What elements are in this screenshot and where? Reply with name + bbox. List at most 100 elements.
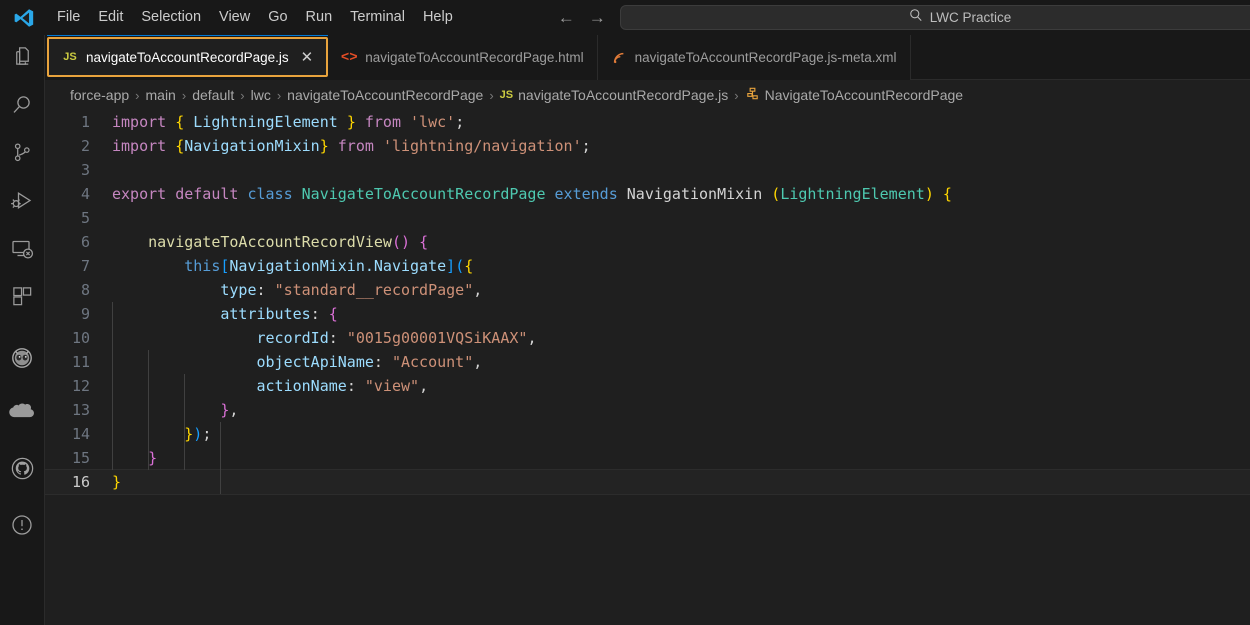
remote-explorer-icon	[10, 237, 34, 266]
menu-item-file[interactable]: File	[48, 7, 89, 28]
breadcrumb-item-symbol-label: NavigateToAccountRecordPage	[764, 87, 964, 103]
arrow-right-icon[interactable]: →	[589, 9, 606, 26]
code-line: 8 type: "standard__recordPage",	[45, 278, 1250, 302]
code-line: 12 actionName: "view",	[45, 374, 1250, 398]
line-content: type: "standard__recordPage",	[220, 281, 483, 299]
line-content: attributes: {	[220, 305, 338, 323]
tab-navigateToAccountRecordPage-js[interactable]: JS navigateToAccountRecordPage.js ✕	[47, 35, 329, 77]
line-content: recordId: "0015g00001VQSiKAAX",	[256, 329, 537, 347]
code-line: 11 objectApiName: "Account",	[45, 350, 1250, 374]
menu-bar: File Edit Selection View Go Run Terminal…	[48, 0, 462, 35]
tab-navigateToAccountRecordPage-html[interactable]: <> navigateToAccountRecordPage.html	[328, 35, 598, 80]
tab-label: navigateToAccountRecordPage.js	[86, 49, 289, 65]
breadcrumb-item-main[interactable]: main	[146, 87, 176, 103]
command-center-search[interactable]: LWC Practice	[620, 5, 1250, 30]
menu-item-edit[interactable]: Edit	[89, 7, 132, 28]
warning-circle-icon	[10, 513, 34, 542]
line-number: 15	[71, 449, 90, 467]
code-line: 5	[45, 206, 1250, 230]
line-content: },	[220, 401, 239, 419]
sidebar-item-github[interactable]	[0, 447, 45, 495]
breadcrumb-separator: ›	[489, 87, 494, 103]
breadcrumb-separator: ›	[240, 87, 245, 103]
breadcrumb-item-lwc[interactable]: lwc	[251, 87, 271, 103]
line-content: import {NavigationMixin} from 'lightning…	[112, 137, 591, 155]
line-number: 2	[80, 137, 90, 155]
breadcrumb-separator: ›	[734, 87, 739, 103]
navigation-arrows: ← →	[558, 9, 606, 26]
code-line: 1 import { LightningElement } from 'lwc'…	[45, 110, 1250, 134]
search-icon	[10, 93, 34, 122]
code-line: 10 recordId: "0015g00001VQSiKAAX",	[45, 326, 1250, 350]
vscode-logo-icon	[0, 0, 48, 35]
breadcrumb-item-symbol[interactable]: NavigateToAccountRecordPage	[745, 86, 963, 104]
code-line: 15 }	[45, 446, 1250, 470]
code-line: 14 });	[45, 422, 1250, 446]
sidebar-item-explorer[interactable]	[0, 35, 45, 83]
line-number: 9	[80, 305, 90, 323]
breadcrumb-item-file[interactable]: JS navigateToAccountRecordPage.js	[500, 87, 729, 103]
line-content: export default class NavigateToAccountRe…	[112, 185, 952, 203]
code-line: 9 attributes: {	[45, 302, 1250, 326]
github-icon	[9, 455, 36, 487]
js-file-icon: JS	[63, 51, 77, 63]
search-input-value: LWC Practice	[929, 10, 1012, 25]
line-number: 12	[71, 377, 90, 395]
code-line: 3	[45, 158, 1250, 182]
menu-item-view[interactable]: View	[210, 7, 259, 28]
sidebar-item-source-control[interactable]	[0, 131, 45, 179]
line-number: 1	[80, 113, 90, 131]
code-line: 6 navigateToAccountRecordView() {	[45, 230, 1250, 254]
line-content: import { LightningElement } from 'lwc';	[112, 113, 465, 131]
menu-item-selection[interactable]: Selection	[132, 7, 210, 28]
sidebar-item-problems[interactable]	[0, 503, 45, 551]
menu-item-run[interactable]: Run	[297, 7, 342, 28]
breadcrumb-item-folder[interactable]: navigateToAccountRecordPage	[287, 87, 483, 103]
menu-item-terminal[interactable]: Terminal	[341, 7, 414, 28]
js-file-icon: JS	[499, 89, 514, 101]
source-control-icon	[11, 141, 34, 169]
code-editor[interactable]: 1 import { LightningElement } from 'lwc'…	[45, 110, 1250, 625]
tab-bar-filler	[910, 35, 1250, 80]
close-icon[interactable]: ✕	[301, 48, 314, 66]
breadcrumb-item-default[interactable]: default	[192, 87, 234, 103]
line-content: }	[148, 449, 158, 467]
sidebar-item-search[interactable]	[0, 83, 45, 131]
sidebar-item-remote-explorer[interactable]	[0, 227, 45, 275]
sidebar-item-run-and-debug[interactable]	[0, 179, 45, 227]
code-lines: 1 import { LightningElement } from 'lwc'…	[45, 110, 1250, 495]
activity-bar	[0, 35, 45, 625]
breadcrumb-item-force-app[interactable]: force-app	[70, 87, 129, 103]
line-number: 14	[71, 425, 90, 443]
menu-item-help[interactable]: Help	[414, 7, 462, 28]
line-number: 4	[80, 185, 90, 203]
xml-file-icon	[611, 51, 627, 65]
symbol-class-icon	[745, 86, 760, 104]
breadcrumb-item-file-label: navigateToAccountRecordPage.js	[518, 87, 729, 103]
line-content: }	[112, 473, 122, 491]
tab-navigateToAccountRecordPage-js-meta-xml[interactable]: navigateToAccountRecordPage.js-meta.xml	[597, 35, 911, 80]
line-number: 7	[80, 257, 90, 275]
line-number: 11	[71, 353, 90, 371]
line-content: this[NavigationMixin.Navigate]({	[184, 257, 474, 275]
run-debug-icon	[10, 189, 34, 218]
code-line: 13 },	[45, 398, 1250, 422]
line-content: objectApiName: "Account",	[256, 353, 483, 371]
arrow-left-icon[interactable]: ←	[558, 9, 575, 26]
line-number: 8	[80, 281, 90, 299]
line-number: 3	[80, 161, 90, 179]
breadcrumb-separator: ›	[135, 87, 140, 103]
extensions-icon	[11, 285, 34, 313]
breadcrumb-separator: ›	[276, 87, 282, 103]
sidebar-item-extensions[interactable]	[0, 275, 45, 323]
title-bar: File Edit Selection View Go Run Terminal…	[0, 0, 1250, 35]
sidebar-item-salesforce[interactable]	[0, 391, 45, 439]
code-line: 4 export default class NavigateToAccount…	[45, 182, 1250, 206]
menu-item-go[interactable]: Go	[259, 7, 296, 28]
line-number: 13	[71, 401, 90, 419]
line-number: 10	[71, 329, 90, 347]
html-file-icon: <>	[340, 49, 358, 66]
sidebar-item-einstein[interactable]	[0, 335, 45, 383]
code-line: 2 import {NavigationMixin} from 'lightni…	[45, 134, 1250, 158]
tab-label: navigateToAccountRecordPage.js-meta.xml	[634, 50, 897, 65]
